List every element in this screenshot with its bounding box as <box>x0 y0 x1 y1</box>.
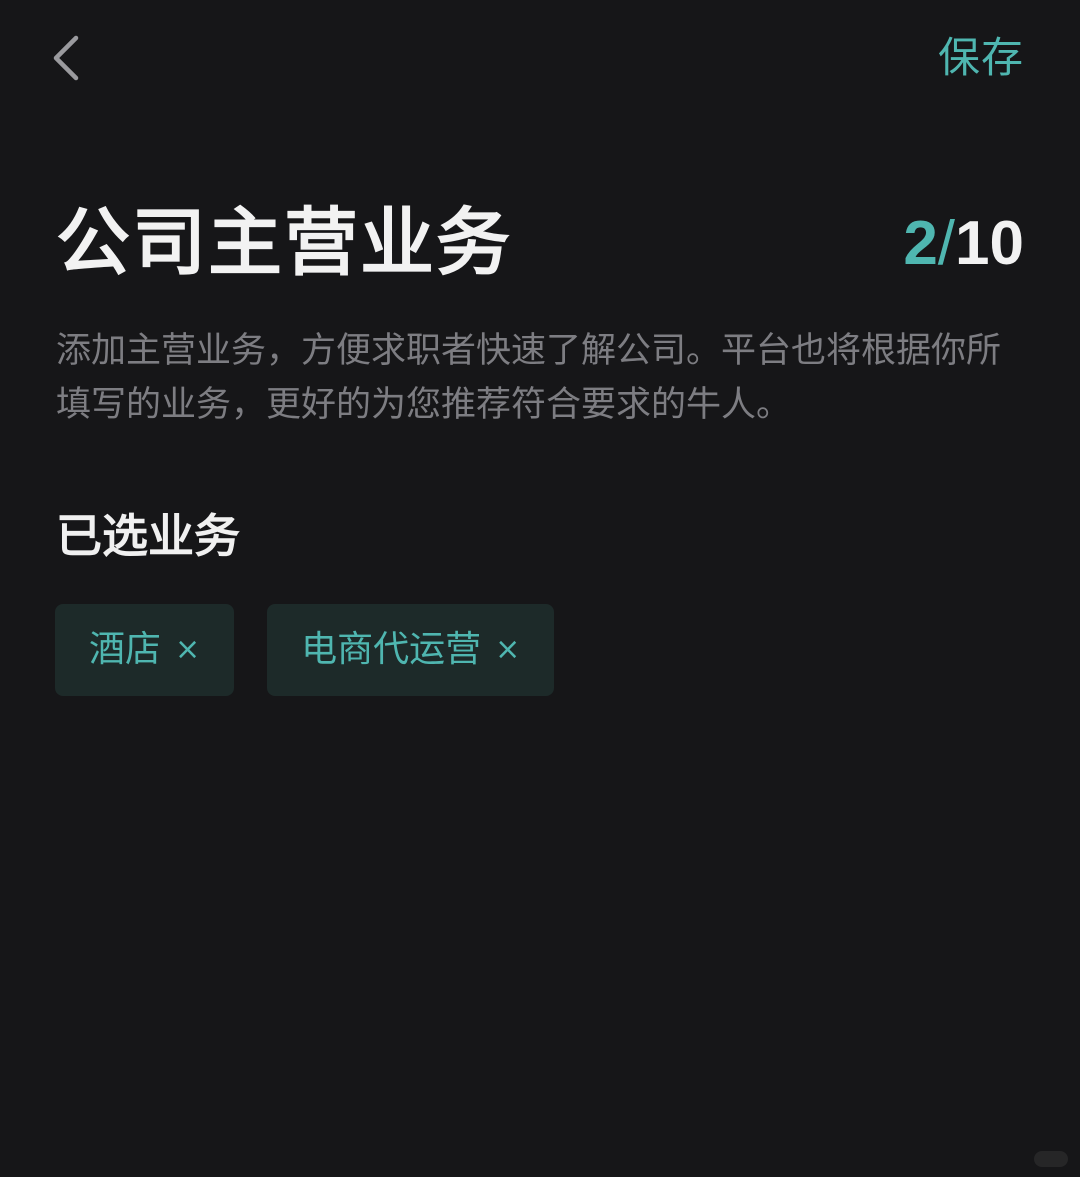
back-button[interactable] <box>44 30 92 86</box>
tag-ecommerce-operation[interactable]: 电商代运营 × <box>267 604 555 696</box>
selected-tags: 酒店 × 电商代运营 × <box>55 604 555 696</box>
selection-counter: 2/10 <box>903 206 1024 282</box>
page-description: 添加主营业务，方便求职者快速了解公司。平台也将根据你所填写的业务，更好的为您推荐… <box>56 331 1002 425</box>
tag-label: 电商代运营 <box>301 629 482 670</box>
counter-separator: / <box>937 209 956 278</box>
watermark-badge <box>1034 1151 1068 1167</box>
page-title: 公司主营业务 <box>56 200 512 286</box>
tag-label: 酒店 <box>89 629 162 670</box>
close-icon[interactable]: × <box>495 625 520 675</box>
tag-hotel[interactable]: 酒店 × <box>55 604 235 696</box>
close-icon[interactable]: × <box>175 625 200 675</box>
counter-total: 10 <box>955 209 1024 278</box>
save-button[interactable]: 保存 <box>938 28 1024 88</box>
top-bar: 保存 <box>0 0 1080 120</box>
chevron-left-icon <box>53 35 79 81</box>
counter-current: 2 <box>903 209 938 278</box>
selected-section-title: 已选业务 <box>56 509 240 563</box>
